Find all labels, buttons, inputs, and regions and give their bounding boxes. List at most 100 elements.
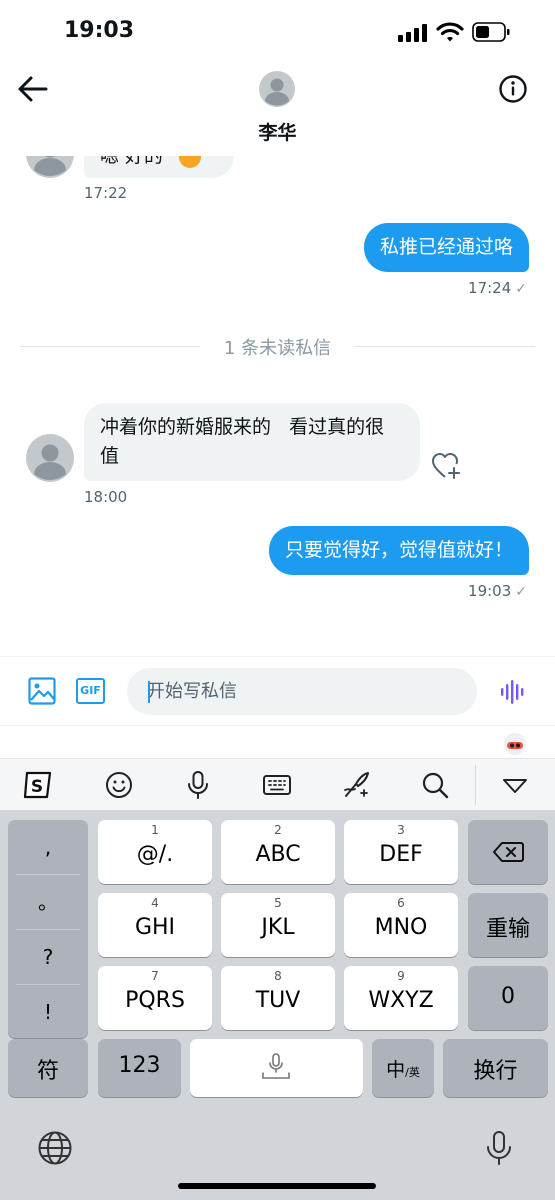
image-icon[interactable] — [28, 677, 56, 705]
sent-check-icon: ✓ — [515, 584, 527, 600]
space-key[interactable] — [190, 1039, 363, 1097]
key-letters: DEF — [379, 842, 423, 867]
outgoing-message-bubble[interactable]: 私推已经通过咯 — [363, 223, 529, 272]
message-timestamp: 18:00 — [84, 488, 128, 506]
gif-button[interactable]: GIF — [76, 678, 105, 704]
key-label: 符 — [36, 1059, 59, 1084]
key-letters: @/. — [136, 842, 174, 867]
dictation-icon[interactable] — [481, 1130, 517, 1166]
punct-key[interactable]: ! — [8, 985, 88, 1039]
punct-key[interactable]: 。 — [8, 875, 88, 929]
toolbar-separator — [475, 765, 476, 805]
conversation-header: 李华 — [0, 62, 555, 156]
backspace-key[interactable] — [468, 820, 548, 884]
key-number: 1 — [151, 823, 159, 837]
key-letters: WXYZ — [368, 988, 434, 1013]
reinput-key[interactable]: 重输 — [468, 893, 548, 957]
key-number: 9 — [397, 969, 405, 983]
key-number: 5 — [274, 896, 282, 910]
zero-key[interactable]: 0 — [468, 966, 548, 1030]
sender-avatar[interactable] — [26, 434, 74, 482]
message-meta: 17:24 ✓ — [468, 279, 527, 297]
sogou-mascot-icon[interactable] — [502, 730, 528, 756]
message-text: 私推已经通过咯 — [379, 236, 513, 258]
heart-plus-icon[interactable] — [431, 451, 463, 481]
key-letters: TUV — [255, 988, 301, 1013]
enter-key[interactable]: 换行 — [443, 1039, 548, 1097]
globe-icon[interactable] — [37, 1130, 73, 1166]
key-number: 7 — [151, 969, 159, 983]
key-number: 4 — [151, 896, 159, 910]
message-composer: GIF — [0, 656, 555, 726]
handwriting-icon[interactable] — [341, 770, 371, 800]
key-7[interactable]: 7 PQRS — [98, 966, 212, 1030]
symbols-key[interactable]: 符 — [8, 1039, 88, 1097]
key-letters: ABC — [255, 842, 301, 867]
lang-sub: /英 — [405, 1066, 420, 1079]
message-timestamp: 17:22 — [84, 184, 128, 202]
key-2[interactable]: 2 ABC — [221, 820, 335, 884]
keyboard-icon[interactable] — [262, 770, 292, 800]
divider-left — [20, 346, 200, 347]
emoji-icon[interactable] — [104, 770, 134, 800]
sent-check-icon: ✓ — [515, 281, 527, 297]
nine-key-keyboard: , 。 ? ! 1 @/. 2 ABC 3 DEF 4 GHI 5 JKL 6 … — [0, 810, 555, 1200]
gif-icon: GIF — [80, 684, 101, 697]
unread-divider-label: 1 条未读私信 — [223, 338, 332, 359]
message-text-line: 值 — [100, 445, 120, 467]
back-arrow-icon[interactable] — [16, 74, 50, 104]
search-icon[interactable] — [420, 770, 450, 800]
key-8[interactable]: 8 TUV — [221, 966, 335, 1030]
wifi-icon — [436, 22, 464, 42]
key-3[interactable]: 3 DEF — [344, 820, 458, 884]
key-number: 2 — [274, 823, 282, 837]
key-9[interactable]: 9 WXYZ — [344, 966, 458, 1030]
keyboard-toolbar: S — [0, 758, 555, 810]
cellular-signal-icon — [398, 24, 428, 42]
message-meta: 19:03 ✓ — [468, 582, 527, 600]
punct-key[interactable]: ? — [8, 930, 88, 984]
key-5[interactable]: 5 JKL — [221, 893, 335, 957]
message-text-line: 冲着你的新婚服来的 看过真的很 — [100, 416, 385, 438]
info-icon[interactable] — [498, 74, 528, 104]
message-input[interactable] — [127, 668, 477, 715]
lang-main: 中 — [386, 1059, 406, 1081]
key-1[interactable]: 1 @/. — [98, 820, 212, 884]
key-number: 8 — [274, 969, 282, 983]
contact-avatar[interactable] — [259, 71, 295, 107]
key-label: 123 — [118, 1053, 161, 1078]
key-number: 6 — [397, 896, 405, 910]
microphone-icon[interactable] — [183, 770, 213, 800]
contact-name[interactable]: 李华 — [0, 118, 555, 145]
key-4[interactable]: 4 GHI — [98, 893, 212, 957]
voice-wave-icon[interactable] — [500, 679, 526, 705]
space-microphone-icon — [262, 1053, 290, 1079]
text-cursor — [148, 681, 150, 703]
backspace-icon — [493, 842, 524, 862]
home-indicator — [178, 1183, 376, 1189]
message-timestamp: 17:24 — [468, 279, 512, 297]
sogou-logo-icon[interactable]: S — [23, 770, 53, 800]
outgoing-message-bubble[interactable]: 只要觉得好，觉得值就好！ — [268, 526, 529, 575]
language-switch-key[interactable]: 中/英 — [372, 1039, 434, 1097]
key-label: 中/英 — [372, 1055, 434, 1082]
divider-right — [355, 346, 535, 347]
key-letters: GHI — [134, 915, 176, 940]
key-letters: MNO — [374, 915, 428, 940]
key-6[interactable]: 6 MNO — [344, 893, 458, 957]
key-label: 0 — [501, 984, 515, 1009]
key-letters: JKL — [261, 915, 295, 940]
key-number: 3 — [397, 823, 405, 837]
status-time: 19:03 — [64, 18, 135, 43]
ime-strip — [0, 726, 555, 758]
punctuation-column[interactable]: , 。 ? ! — [8, 820, 88, 1038]
key-label: 重输 — [485, 917, 530, 942]
status-bar: 19:03 — [0, 0, 555, 62]
numbers-key[interactable]: 123 — [98, 1039, 181, 1097]
message-timestamp: 19:03 — [468, 582, 512, 600]
key-label: 换行 — [473, 1059, 518, 1084]
incoming-message-bubble[interactable]: 冲着你的新婚服来的 看过真的很 值 — [84, 403, 420, 481]
key-letters: PQRS — [125, 988, 185, 1013]
collapse-icon[interactable] — [500, 770, 530, 800]
punct-key[interactable]: , — [8, 820, 88, 874]
